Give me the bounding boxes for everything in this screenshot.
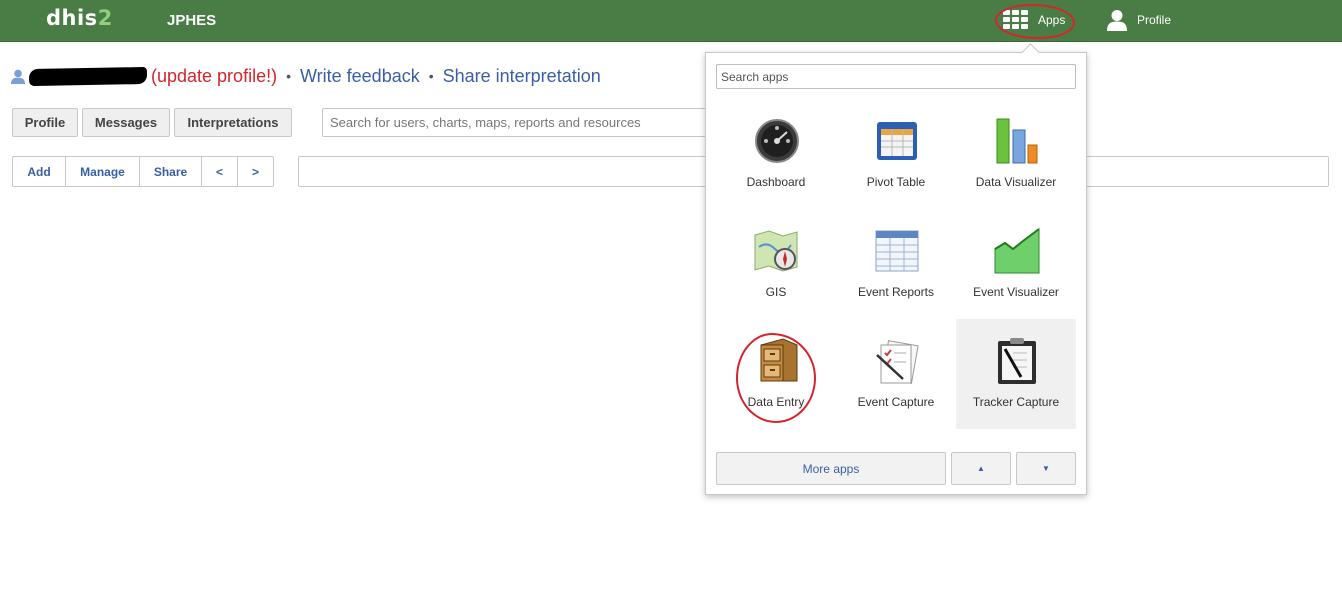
profile-label: Profile (1137, 13, 1172, 27)
scroll-down-button[interactable]: ▼ (1016, 452, 1076, 485)
data-entry-icon (760, 338, 798, 382)
app-name: Event Reports (857, 285, 935, 299)
app-name: Pivot Table (866, 175, 926, 189)
search-input[interactable] (322, 108, 742, 137)
manage-button[interactable]: Manage (66, 157, 140, 186)
share-interpretation-link[interactable]: Share interpretation (443, 66, 601, 87)
caret-down-icon: ▼ (1042, 464, 1050, 473)
gis-icon (754, 230, 798, 272)
app-pivot-table[interactable]: Pivot Table (836, 109, 956, 219)
apps-menu-button[interactable]: Apps (1003, 8, 1065, 32)
app-data-visualizer[interactable]: Data Visualizer (956, 109, 1076, 219)
more-apps-button[interactable]: More apps (716, 452, 946, 485)
app-gis[interactable]: GIS (716, 219, 836, 329)
search-apps-input[interactable] (716, 64, 1076, 89)
user-icon (11, 69, 25, 84)
profile-menu-button[interactable]: Profile (1107, 8, 1171, 32)
tab-messages[interactable]: Messages (82, 108, 170, 137)
previous-button[interactable]: < (202, 157, 238, 186)
app-tracker-capture[interactable]: Tracker Capture (956, 319, 1076, 429)
app-dashboard[interactable]: Dashboard (716, 109, 836, 219)
app-event-visualizer[interactable]: Event Visualizer (956, 219, 1076, 329)
data-visualizer-icon (996, 118, 1038, 164)
separator: • (428, 68, 434, 84)
app-event-capture[interactable]: Event Capture (836, 329, 956, 439)
scroll-up-button[interactable]: ▲ (951, 452, 1011, 485)
app-name: GIS (765, 285, 787, 299)
dashboard-icon (755, 119, 799, 163)
add-button[interactable]: Add (13, 157, 66, 186)
update-profile-link[interactable]: (update profile!) (151, 66, 277, 87)
pivot-table-icon (877, 122, 917, 160)
app-name: Event Visualizer (973, 285, 1059, 299)
app-name: Event Capture (857, 395, 935, 409)
app-event-reports[interactable]: Event Reports (836, 219, 956, 329)
action-bar: Add Manage Share < > (12, 156, 274, 187)
tab-interpretations[interactable]: Interpretations (174, 108, 292, 137)
tab-profile[interactable]: Profile (12, 108, 78, 137)
event-visualizer-icon (994, 228, 1040, 274)
instance-title: JPHES (167, 12, 217, 29)
top-header-bar: dhis2 JPHES Apps Profile (0, 0, 1342, 42)
apps-label: Apps (1038, 13, 1066, 27)
app-data-entry[interactable]: Data Entry (716, 329, 836, 439)
app-name: Tracker Capture (972, 395, 1060, 409)
apps-grid-icon (1003, 10, 1028, 30)
user-icon (1107, 10, 1127, 31)
write-feedback-link[interactable]: Write feedback (300, 66, 420, 87)
app-name: Data Entry (747, 395, 805, 409)
caret-up-icon: ▲ (977, 464, 985, 473)
app-name: Dashboard (746, 175, 806, 189)
share-button[interactable]: Share (140, 157, 202, 186)
dhis2-logo[interactable]: dhis2 (46, 6, 113, 30)
app-name: Data Visualizer (975, 175, 1057, 189)
tracker-capture-icon (998, 338, 1036, 384)
separator: • (286, 68, 291, 84)
event-capture-icon (876, 340, 919, 384)
next-button[interactable]: > (238, 157, 273, 186)
redacted-username (28, 66, 148, 86)
event-reports-icon (875, 230, 919, 272)
apps-popup-menu: Dashboard Pivot Table Data Visualizer GI… (705, 52, 1087, 495)
user-info-line: (update profile!) • Write feedback • Sha… (11, 64, 601, 88)
